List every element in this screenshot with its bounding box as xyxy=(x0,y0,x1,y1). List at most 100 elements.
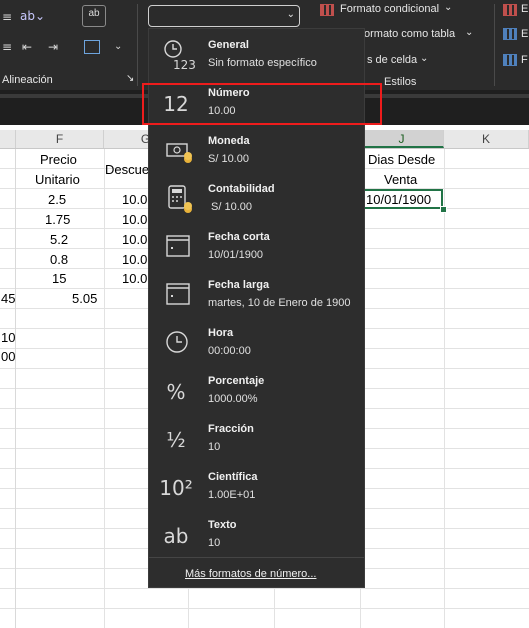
group-divider xyxy=(494,4,495,86)
align-right-icon[interactable]: ≡ xyxy=(2,10,12,24)
format-option-title: Fecha corta xyxy=(208,231,270,243)
cell-f-value[interactable]: 5.05 xyxy=(72,291,97,306)
more-number-formats-link[interactable]: Más formatos de número... xyxy=(149,557,364,588)
alignment-group-label: Alineación xyxy=(2,74,53,86)
format-option-hora[interactable]: Hora 00:00:00 xyxy=(149,320,364,367)
format-option-title: Fecha larga xyxy=(208,279,270,291)
cell-edge-value[interactable]: 10 xyxy=(1,330,15,345)
highlight-box xyxy=(142,83,382,125)
decrease-indent-icon[interactable]: ≡ xyxy=(2,40,12,54)
format-option-title: Contabilidad xyxy=(208,183,275,195)
more-number-formats-label: Más formatos de número... xyxy=(185,568,317,580)
delete-cells-icon[interactable] xyxy=(503,28,517,40)
format-option-example: 10 xyxy=(208,537,221,549)
styles-group-label: Estilos xyxy=(384,76,417,88)
percent-icon: % xyxy=(166,380,186,404)
format-option-title: Porcentaje xyxy=(208,375,265,387)
format-option-title: General xyxy=(208,39,249,51)
format-option-title: Científica xyxy=(208,471,258,483)
grid-line xyxy=(444,149,445,628)
clock-123-icon: 123 xyxy=(159,36,199,76)
format-option-contabilidad[interactable]: Contabilidad S/ 10.00 xyxy=(149,176,364,223)
format-option-example: Sin formato específico xyxy=(208,57,317,69)
chevron-down-icon[interactable]: ⌄ xyxy=(287,9,295,20)
cell-f-value[interactable]: 5.2 xyxy=(50,232,68,247)
cell-g-value[interactable]: 10.0 xyxy=(122,252,147,267)
alignment-launcher-icon[interactable]: ↘ xyxy=(126,73,134,84)
cell-styles-button[interactable]: s de celda xyxy=(367,54,417,66)
calculator-icon xyxy=(159,180,199,220)
column-header-f[interactable]: F xyxy=(16,130,104,148)
format-option-texto[interactable]: ab Texto 10 xyxy=(149,512,364,559)
svg-text:123: 123 xyxy=(173,58,195,72)
format-as-table-chevron-icon[interactable]: ⌄ xyxy=(465,27,473,38)
format-option-example: 00:00:00 xyxy=(208,345,251,357)
cell-f-value[interactable]: 15 xyxy=(52,271,66,286)
format-option-fecha-larga[interactable]: Fecha larga martes, 10 de Enero de 1900 xyxy=(149,272,364,319)
cell-edge-value[interactable]: 45 xyxy=(1,291,15,306)
cell-edge-value[interactable]: 00 xyxy=(1,349,15,364)
cell-f-value[interactable]: 0.8 xyxy=(50,252,68,267)
column-header-k[interactable]: K xyxy=(444,130,529,148)
conditional-format-chevron-icon[interactable]: ⌄ xyxy=(444,2,452,13)
cell-f-value[interactable]: 1.75 xyxy=(45,212,70,227)
insert-cells-icon[interactable] xyxy=(503,4,517,16)
calendar-long-icon xyxy=(159,276,199,316)
conditional-format-icon[interactable] xyxy=(320,4,334,16)
format-option-fraccion[interactable]: ½ Fracción 10 xyxy=(149,416,364,463)
cell-j-header-line1[interactable]: Dias Desde xyxy=(368,152,435,167)
format-option-example: S/ 10.00 xyxy=(208,153,249,165)
grid-line xyxy=(104,149,105,628)
fill-handle[interactable] xyxy=(440,206,447,213)
format-option-title: Moneda xyxy=(208,135,250,147)
format-option-title: Hora xyxy=(208,327,234,339)
format-option-title: Fracción xyxy=(208,423,254,435)
wrap-text-icon: ab xyxy=(88,8,100,19)
wrap-text-button[interactable]: ab xyxy=(82,5,106,27)
increase-indent-icon[interactable]: ⇥ xyxy=(48,40,58,54)
orientation-icon[interactable]: ab⌄ xyxy=(20,9,45,23)
cell-g-value[interactable]: 10.0 xyxy=(122,192,147,207)
format-as-table-button[interactable]: ormato como tabla xyxy=(364,28,455,40)
format-option-example: 1000.00% xyxy=(208,393,258,405)
cell-styles-chevron-icon[interactable]: ⌄ xyxy=(420,53,428,64)
column-header-j[interactable]: J xyxy=(360,130,444,148)
format-option-porcentaje[interactable]: % Porcentaje 1000.00% xyxy=(149,368,364,415)
clock-icon xyxy=(159,324,199,364)
calendar-short-icon xyxy=(159,228,199,268)
cell-f-header-line1[interactable]: Precio xyxy=(40,152,77,167)
format-option-example: 10 xyxy=(208,441,221,453)
column-header-edge[interactable] xyxy=(0,130,16,148)
format-option-moneda[interactable]: Moneda S/ 10.00 xyxy=(149,128,364,175)
fraction-icon: ½ xyxy=(166,428,186,452)
merge-dropdown-chevron-icon[interactable]: ⌄ xyxy=(114,40,122,54)
format-option-fecha-corta[interactable]: Fecha corta 10/01/1900 xyxy=(149,224,364,271)
format-cells-label[interactable]: F xyxy=(521,54,528,66)
cell-j-header-line2[interactable]: Venta xyxy=(384,172,417,187)
cell-g-value[interactable]: 10.0 xyxy=(122,232,147,247)
format-option-cientifica[interactable]: 10² Científica 1.00E+01 xyxy=(149,464,364,511)
currency-icon xyxy=(159,132,199,172)
insert-cells-label[interactable]: E xyxy=(521,3,528,15)
cell-g-value[interactable]: 10.0 xyxy=(122,271,147,286)
format-option-example: 10/01/1900 xyxy=(208,249,264,261)
text-ab-icon: ab xyxy=(163,524,189,548)
decrease-indent-button-icon[interactable]: ⇤ xyxy=(22,40,32,54)
format-option-title: Texto xyxy=(208,519,237,531)
number-format-combobox[interactable]: ⌄ xyxy=(148,5,300,27)
cell-f-value[interactable]: 2.5 xyxy=(48,192,66,207)
scientific-icon: 10² xyxy=(159,476,193,500)
cell-f-header-line2[interactable]: Unitario xyxy=(35,172,80,187)
cell-j-value[interactable]: 10/01/1900 xyxy=(366,192,431,207)
cell-g-value[interactable]: 10.0 xyxy=(122,212,147,227)
delete-cells-label[interactable]: E xyxy=(521,28,528,40)
merge-cells-icon[interactable] xyxy=(84,40,100,54)
format-option-example: martes, 10 de Enero de 1900 xyxy=(208,297,351,309)
format-option-example: 1.00E+01 xyxy=(208,489,256,501)
format-option-example: S/ 10.00 xyxy=(208,201,253,213)
group-divider xyxy=(137,4,138,86)
conditional-format-button[interactable]: Formato condicional xyxy=(340,3,439,15)
cell-g-header[interactable]: Descue xyxy=(105,162,149,177)
format-option-general[interactable]: 123 General Sin formato específico xyxy=(149,32,364,79)
format-cells-icon[interactable] xyxy=(503,54,517,66)
